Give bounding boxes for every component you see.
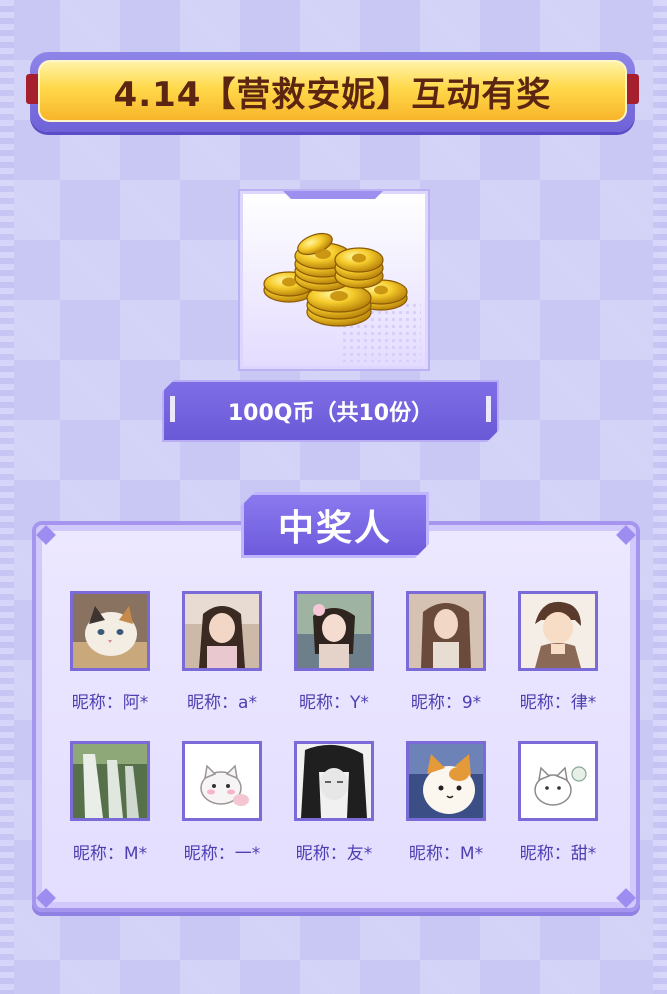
prize-card: [240, 191, 428, 369]
panel-corner-ornament: [36, 525, 56, 545]
cat-avatar: [73, 594, 147, 668]
waterfall-avatar: [73, 744, 147, 818]
girl-photo-avatar: [297, 594, 371, 668]
sketch-girl-avatar: [297, 744, 371, 818]
winner-avatar: [518, 591, 598, 671]
girl-photo-avatar: [409, 594, 483, 668]
cartoon-cat-avatar: [185, 744, 259, 818]
winner-nickname: 昵称：一*: [183, 844, 261, 864]
winner-avatar: [294, 591, 374, 671]
anime-boy-avatar: [521, 594, 595, 668]
winner-nickname: 昵称：a*: [187, 693, 257, 713]
panel-corner-ornament: [36, 888, 56, 908]
girl-photo-avatar: [185, 594, 259, 668]
winner-avatar: [182, 741, 262, 821]
winner-avatar: [406, 741, 486, 821]
winner-nickname: 昵称：Y*: [299, 693, 369, 713]
title-banner: 4.14【营救安妮】互动有奖: [26, 52, 639, 132]
prize-label: 100Q币（共10份）: [227, 401, 434, 426]
left-edge-decoration: [0, 0, 14, 994]
right-edge-decoration: [653, 0, 667, 994]
winner-nickname: 昵称：友*: [295, 844, 373, 864]
winner-avatar: [182, 591, 262, 671]
panel-corner-ornament: [616, 888, 636, 908]
winner-nickname: 昵称：M*: [72, 844, 148, 864]
winner-nickname: 昵称：9*: [410, 693, 482, 713]
title-bar: 4.14【营救安妮】互动有奖: [38, 60, 627, 122]
winner-avatar: [406, 591, 486, 671]
winners-title-tab: 中奖人: [241, 492, 429, 558]
winner-avatar: [294, 741, 374, 821]
cartoon-cat-avatar: [409, 744, 483, 818]
cartoon-cat-avatar: [521, 744, 595, 818]
winners-title: 中奖人: [277, 508, 392, 549]
winner-nickname: 昵称：M*: [408, 844, 484, 864]
winner-avatar: [518, 741, 598, 821]
panel-corner-ornament: [616, 525, 636, 545]
winner-nickname: 昵称：律*: [519, 693, 597, 713]
winner-nickname: 昵称：甜*: [519, 844, 597, 864]
prize-label-bar: 100Q币（共10份）: [162, 380, 499, 442]
winner-nickname: 昵称：阿*: [71, 693, 149, 713]
page-title: 4.14【营救安妮】互动有奖: [113, 74, 552, 115]
winner-avatar: [70, 741, 150, 821]
gold-coins-icon: [263, 232, 408, 327]
winner-avatar: [70, 591, 150, 671]
